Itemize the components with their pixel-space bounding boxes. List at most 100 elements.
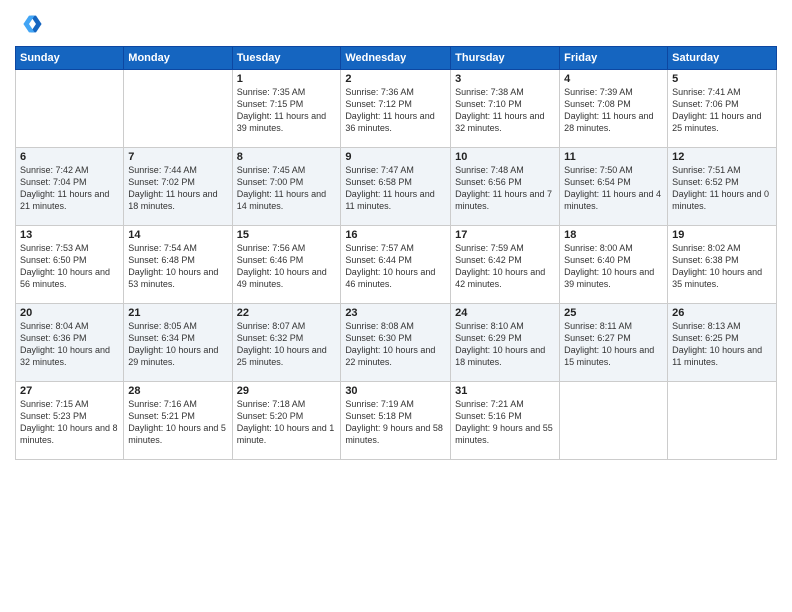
day-number: 17 bbox=[455, 229, 555, 241]
day-number: 27 bbox=[20, 385, 119, 397]
day-info: Sunrise: 7:50 AM Sunset: 6:54 PM Dayligh… bbox=[564, 164, 663, 213]
day-info: Sunrise: 7:21 AM Sunset: 5:16 PM Dayligh… bbox=[455, 398, 555, 447]
day-cell: 28Sunrise: 7:16 AM Sunset: 5:21 PM Dayli… bbox=[124, 382, 232, 460]
day-number: 13 bbox=[20, 229, 119, 241]
day-info: Sunrise: 8:07 AM Sunset: 6:32 PM Dayligh… bbox=[237, 320, 337, 369]
day-info: Sunrise: 7:51 AM Sunset: 6:52 PM Dayligh… bbox=[672, 164, 772, 213]
day-cell: 25Sunrise: 8:11 AM Sunset: 6:27 PM Dayli… bbox=[560, 304, 668, 382]
day-cell bbox=[124, 70, 232, 148]
day-number: 21 bbox=[128, 307, 227, 319]
week-row-2: 6Sunrise: 7:42 AM Sunset: 7:04 PM Daylig… bbox=[16, 148, 777, 226]
day-info: Sunrise: 8:04 AM Sunset: 6:36 PM Dayligh… bbox=[20, 320, 119, 369]
day-number: 12 bbox=[672, 151, 772, 163]
day-info: Sunrise: 7:44 AM Sunset: 7:02 PM Dayligh… bbox=[128, 164, 227, 213]
day-cell: 7Sunrise: 7:44 AM Sunset: 7:02 PM Daylig… bbox=[124, 148, 232, 226]
day-cell: 30Sunrise: 7:19 AM Sunset: 5:18 PM Dayli… bbox=[341, 382, 451, 460]
day-cell bbox=[16, 70, 124, 148]
day-number: 2 bbox=[345, 73, 446, 85]
day-info: Sunrise: 7:45 AM Sunset: 7:00 PM Dayligh… bbox=[237, 164, 337, 213]
day-info: Sunrise: 7:36 AM Sunset: 7:12 PM Dayligh… bbox=[345, 86, 446, 135]
day-number: 7 bbox=[128, 151, 227, 163]
week-row-4: 20Sunrise: 8:04 AM Sunset: 6:36 PM Dayli… bbox=[16, 304, 777, 382]
day-cell: 13Sunrise: 7:53 AM Sunset: 6:50 PM Dayli… bbox=[16, 226, 124, 304]
week-row-3: 13Sunrise: 7:53 AM Sunset: 6:50 PM Dayli… bbox=[16, 226, 777, 304]
logo bbox=[15, 10, 47, 38]
day-number: 9 bbox=[345, 151, 446, 163]
week-row-1: 1Sunrise: 7:35 AM Sunset: 7:15 PM Daylig… bbox=[16, 70, 777, 148]
day-number: 1 bbox=[237, 73, 337, 85]
calendar-table: SundayMondayTuesdayWednesdayThursdayFrid… bbox=[15, 46, 777, 460]
day-info: Sunrise: 7:15 AM Sunset: 5:23 PM Dayligh… bbox=[20, 398, 119, 447]
day-info: Sunrise: 7:56 AM Sunset: 6:46 PM Dayligh… bbox=[237, 242, 337, 291]
day-info: Sunrise: 8:02 AM Sunset: 6:38 PM Dayligh… bbox=[672, 242, 772, 291]
day-number: 5 bbox=[672, 73, 772, 85]
calendar-header-row: SundayMondayTuesdayWednesdayThursdayFrid… bbox=[16, 47, 777, 70]
day-number: 8 bbox=[237, 151, 337, 163]
day-info: Sunrise: 7:38 AM Sunset: 7:10 PM Dayligh… bbox=[455, 86, 555, 135]
day-cell: 14Sunrise: 7:54 AM Sunset: 6:48 PM Dayli… bbox=[124, 226, 232, 304]
col-header-monday: Monday bbox=[124, 47, 232, 70]
day-cell: 22Sunrise: 8:07 AM Sunset: 6:32 PM Dayli… bbox=[232, 304, 341, 382]
day-number: 24 bbox=[455, 307, 555, 319]
day-number: 10 bbox=[455, 151, 555, 163]
day-info: Sunrise: 7:18 AM Sunset: 5:20 PM Dayligh… bbox=[237, 398, 337, 447]
header bbox=[15, 10, 777, 38]
day-number: 16 bbox=[345, 229, 446, 241]
day-info: Sunrise: 7:59 AM Sunset: 6:42 PM Dayligh… bbox=[455, 242, 555, 291]
col-header-sunday: Sunday bbox=[16, 47, 124, 70]
day-info: Sunrise: 8:08 AM Sunset: 6:30 PM Dayligh… bbox=[345, 320, 446, 369]
col-header-saturday: Saturday bbox=[668, 47, 777, 70]
day-info: Sunrise: 7:42 AM Sunset: 7:04 PM Dayligh… bbox=[20, 164, 119, 213]
day-cell: 11Sunrise: 7:50 AM Sunset: 6:54 PM Dayli… bbox=[560, 148, 668, 226]
col-header-wednesday: Wednesday bbox=[341, 47, 451, 70]
day-number: 22 bbox=[237, 307, 337, 319]
day-cell: 3Sunrise: 7:38 AM Sunset: 7:10 PM Daylig… bbox=[451, 70, 560, 148]
day-number: 11 bbox=[564, 151, 663, 163]
day-cell: 10Sunrise: 7:48 AM Sunset: 6:56 PM Dayli… bbox=[451, 148, 560, 226]
day-info: Sunrise: 7:39 AM Sunset: 7:08 PM Dayligh… bbox=[564, 86, 663, 135]
day-number: 28 bbox=[128, 385, 227, 397]
day-cell: 20Sunrise: 8:04 AM Sunset: 6:36 PM Dayli… bbox=[16, 304, 124, 382]
day-number: 18 bbox=[564, 229, 663, 241]
day-info: Sunrise: 8:13 AM Sunset: 6:25 PM Dayligh… bbox=[672, 320, 772, 369]
day-cell: 26Sunrise: 8:13 AM Sunset: 6:25 PM Dayli… bbox=[668, 304, 777, 382]
day-number: 31 bbox=[455, 385, 555, 397]
day-info: Sunrise: 8:10 AM Sunset: 6:29 PM Dayligh… bbox=[455, 320, 555, 369]
day-cell: 5Sunrise: 7:41 AM Sunset: 7:06 PM Daylig… bbox=[668, 70, 777, 148]
day-cell: 6Sunrise: 7:42 AM Sunset: 7:04 PM Daylig… bbox=[16, 148, 124, 226]
day-cell: 17Sunrise: 7:59 AM Sunset: 6:42 PM Dayli… bbox=[451, 226, 560, 304]
page: SundayMondayTuesdayWednesdayThursdayFrid… bbox=[0, 0, 792, 612]
day-number: 4 bbox=[564, 73, 663, 85]
day-info: Sunrise: 7:16 AM Sunset: 5:21 PM Dayligh… bbox=[128, 398, 227, 447]
day-number: 15 bbox=[237, 229, 337, 241]
day-cell: 29Sunrise: 7:18 AM Sunset: 5:20 PM Dayli… bbox=[232, 382, 341, 460]
day-info: Sunrise: 7:41 AM Sunset: 7:06 PM Dayligh… bbox=[672, 86, 772, 135]
day-cell: 21Sunrise: 8:05 AM Sunset: 6:34 PM Dayli… bbox=[124, 304, 232, 382]
day-cell: 4Sunrise: 7:39 AM Sunset: 7:08 PM Daylig… bbox=[560, 70, 668, 148]
day-info: Sunrise: 7:47 AM Sunset: 6:58 PM Dayligh… bbox=[345, 164, 446, 213]
day-number: 25 bbox=[564, 307, 663, 319]
day-cell: 8Sunrise: 7:45 AM Sunset: 7:00 PM Daylig… bbox=[232, 148, 341, 226]
day-info: Sunrise: 8:00 AM Sunset: 6:40 PM Dayligh… bbox=[564, 242, 663, 291]
col-header-tuesday: Tuesday bbox=[232, 47, 341, 70]
day-number: 20 bbox=[20, 307, 119, 319]
col-header-friday: Friday bbox=[560, 47, 668, 70]
day-cell: 19Sunrise: 8:02 AM Sunset: 6:38 PM Dayli… bbox=[668, 226, 777, 304]
day-info: Sunrise: 8:05 AM Sunset: 6:34 PM Dayligh… bbox=[128, 320, 227, 369]
col-header-thursday: Thursday bbox=[451, 47, 560, 70]
day-info: Sunrise: 7:19 AM Sunset: 5:18 PM Dayligh… bbox=[345, 398, 446, 447]
day-cell: 2Sunrise: 7:36 AM Sunset: 7:12 PM Daylig… bbox=[341, 70, 451, 148]
day-number: 19 bbox=[672, 229, 772, 241]
day-cell: 9Sunrise: 7:47 AM Sunset: 6:58 PM Daylig… bbox=[341, 148, 451, 226]
day-cell: 23Sunrise: 8:08 AM Sunset: 6:30 PM Dayli… bbox=[341, 304, 451, 382]
day-info: Sunrise: 7:54 AM Sunset: 6:48 PM Dayligh… bbox=[128, 242, 227, 291]
day-cell bbox=[560, 382, 668, 460]
week-row-5: 27Sunrise: 7:15 AM Sunset: 5:23 PM Dayli… bbox=[16, 382, 777, 460]
day-cell: 18Sunrise: 8:00 AM Sunset: 6:40 PM Dayli… bbox=[560, 226, 668, 304]
day-info: Sunrise: 7:53 AM Sunset: 6:50 PM Dayligh… bbox=[20, 242, 119, 291]
day-info: Sunrise: 7:35 AM Sunset: 7:15 PM Dayligh… bbox=[237, 86, 337, 135]
day-cell bbox=[668, 382, 777, 460]
day-info: Sunrise: 7:57 AM Sunset: 6:44 PM Dayligh… bbox=[345, 242, 446, 291]
day-number: 6 bbox=[20, 151, 119, 163]
day-cell: 1Sunrise: 7:35 AM Sunset: 7:15 PM Daylig… bbox=[232, 70, 341, 148]
